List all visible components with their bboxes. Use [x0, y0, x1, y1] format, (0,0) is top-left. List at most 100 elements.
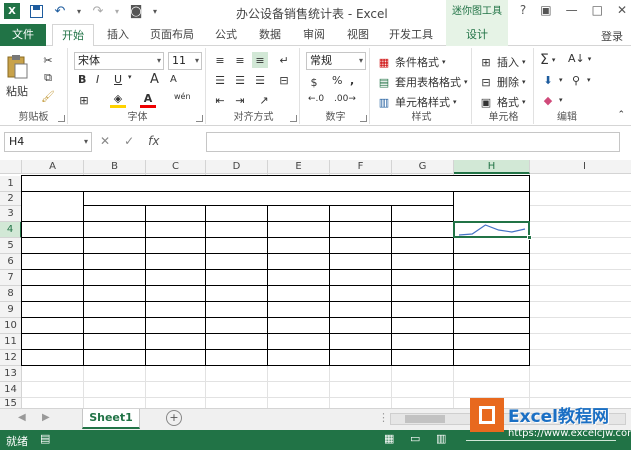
merge-center-button[interactable]: ⊟	[276, 72, 292, 88]
column-header-a[interactable]: A	[22, 160, 84, 174]
decrease-decimal-button[interactable]: .00→	[334, 94, 356, 104]
autosum-button[interactable]: Σ ▾	[540, 52, 555, 68]
column-header-f[interactable]: F	[330, 160, 392, 174]
prev-sheet-icon[interactable]: ◀	[18, 412, 26, 423]
tab-view[interactable]: 视图	[338, 24, 378, 46]
font-color-button[interactable]: A	[140, 92, 156, 108]
column-header-c[interactable]: C	[146, 160, 206, 174]
row-header-7[interactable]: 7	[0, 270, 22, 286]
shrink-font-button[interactable]: A	[170, 74, 177, 85]
tab-page-layout[interactable]: 页面布局	[142, 24, 202, 46]
row-header-5[interactable]: 5	[0, 238, 22, 254]
column-header-e[interactable]: E	[268, 160, 330, 174]
align-center-button[interactable]: ☰	[232, 72, 248, 88]
page-layout-view-icon[interactable]: ▭	[410, 432, 420, 445]
percent-button[interactable]: %	[332, 74, 342, 87]
copy-button[interactable]: ⧉	[40, 70, 56, 86]
row-header-3[interactable]: 3	[0, 206, 22, 222]
font-launcher-icon[interactable]	[196, 115, 203, 122]
format-as-table-button[interactable]: ▤ 套用表格格式 ▾	[376, 74, 468, 90]
row-header-2[interactable]: 2	[0, 192, 22, 206]
clear-button[interactable]: ◆ ▾	[540, 92, 563, 108]
macro-record-icon[interactable]: ▤	[40, 432, 50, 445]
tab-data[interactable]: 数据	[250, 24, 290, 46]
row-header-4[interactable]: 4	[0, 222, 22, 238]
name-box[interactable]: H4 ▾	[4, 132, 92, 152]
normal-view-icon[interactable]: ▦	[384, 432, 394, 445]
phonetic-button[interactable]: wén	[174, 92, 191, 101]
tab-file[interactable]: 文件	[0, 24, 46, 46]
undo-icon[interactable]: ↶	[52, 3, 68, 19]
italic-button[interactable]: I	[96, 73, 99, 86]
login-link[interactable]: 登录	[601, 28, 623, 44]
orientation-button[interactable]: ↗	[256, 92, 272, 108]
tab-home[interactable]: 开始	[52, 24, 94, 47]
number-format-combo[interactable]: 常规 ▾	[306, 52, 366, 70]
row-header-14[interactable]: 14	[0, 382, 22, 398]
align-bottom-button[interactable]: ≡	[252, 52, 268, 68]
cut-button[interactable]: ✂	[40, 52, 56, 68]
cancel-icon[interactable]: ✕	[100, 132, 110, 150]
undo-dropdown-icon[interactable]: ▾	[76, 3, 82, 19]
underline-button[interactable]: U	[114, 73, 122, 86]
row-header-8[interactable]: 8	[0, 286, 22, 302]
fill-color-button[interactable]: ◈	[110, 92, 126, 108]
align-right-button[interactable]: ☰	[252, 72, 268, 88]
column-header-h[interactable]: H	[454, 160, 530, 174]
row-header-1[interactable]: 1	[0, 176, 22, 192]
tab-split-handle[interactable]: ⋮	[378, 411, 389, 424]
row-header-10[interactable]: 10	[0, 318, 22, 334]
font-size-combo[interactable]: 11 ▾	[168, 52, 202, 70]
increase-indent-button[interactable]: ⇥	[232, 92, 248, 108]
redo-icon[interactable]: ↷	[90, 3, 106, 19]
align-top-button[interactable]: ≡	[212, 52, 228, 68]
tab-review[interactable]: 审阅	[294, 24, 334, 46]
accounting-format-button[interactable]: $	[306, 74, 322, 90]
alignment-launcher-icon[interactable]	[290, 115, 297, 122]
redo-dropdown-icon[interactable]: ▾	[114, 3, 120, 19]
row-header-13[interactable]: 13	[0, 366, 22, 382]
collapse-ribbon-icon[interactable]: ⌃	[617, 110, 625, 120]
underline-dropdown-icon[interactable]: ▾	[128, 73, 132, 81]
column-header-i[interactable]: I	[530, 160, 631, 174]
find-select-button[interactable]: ⚲ ▾	[568, 72, 591, 88]
decrease-indent-button[interactable]: ⇤	[212, 92, 228, 108]
page-break-view-icon[interactable]: ▥	[436, 432, 446, 445]
next-sheet-icon[interactable]: ▶	[42, 412, 50, 423]
minimize-icon[interactable]: —	[566, 3, 578, 17]
maximize-icon[interactable]: □	[592, 3, 603, 17]
row-header-15[interactable]: 15	[0, 398, 22, 408]
bold-button[interactable]: B	[78, 73, 86, 86]
comma-button[interactable]: ,	[350, 74, 354, 87]
column-header-g[interactable]: G	[392, 160, 454, 174]
camera-icon[interactable]: ◙	[128, 3, 144, 19]
align-left-button[interactable]: ☰	[212, 72, 228, 88]
tab-design[interactable]: 设计	[446, 24, 508, 46]
column-header-b[interactable]: B	[84, 160, 146, 174]
number-launcher-icon[interactable]	[360, 115, 367, 122]
row-header-11[interactable]: 11	[0, 334, 22, 350]
format-painter-button[interactable]: 🖌	[40, 88, 56, 104]
column-header-d[interactable]: D	[206, 160, 268, 174]
tab-developer[interactable]: 开发工具	[382, 24, 440, 46]
row-header-6[interactable]: 6	[0, 254, 22, 270]
insert-function-icon[interactable]: fx	[148, 132, 159, 150]
formula-input[interactable]	[206, 132, 620, 152]
close-icon[interactable]: ✕	[617, 3, 627, 17]
save-icon[interactable]	[28, 3, 44, 19]
enter-icon[interactable]: ✓	[124, 132, 134, 150]
ribbon-display-icon[interactable]: ▣	[540, 3, 551, 17]
tab-formulas[interactable]: 公式	[206, 24, 246, 46]
fill-button[interactable]: ⬇ ▾	[540, 72, 562, 88]
help-icon[interactable]: ?	[520, 3, 526, 17]
delete-cells-button[interactable]: ⊟ 删除 ▾	[478, 74, 525, 90]
sort-filter-button[interactable]: A↓ ▾	[568, 52, 591, 65]
fill-handle[interactable]	[527, 235, 532, 240]
conditional-formatting-button[interactable]: ▦ 条件格式 ▾	[376, 54, 446, 70]
align-middle-button[interactable]: ≡	[232, 52, 248, 68]
customize-qat-icon[interactable]: ▾	[152, 3, 158, 19]
insert-cells-button[interactable]: ⊞ 插入 ▾	[478, 54, 525, 70]
tab-insert[interactable]: 插入	[98, 24, 138, 46]
sheet-tab-sheet1[interactable]: Sheet1	[82, 409, 140, 429]
borders-button[interactable]: ⊞	[76, 92, 92, 108]
